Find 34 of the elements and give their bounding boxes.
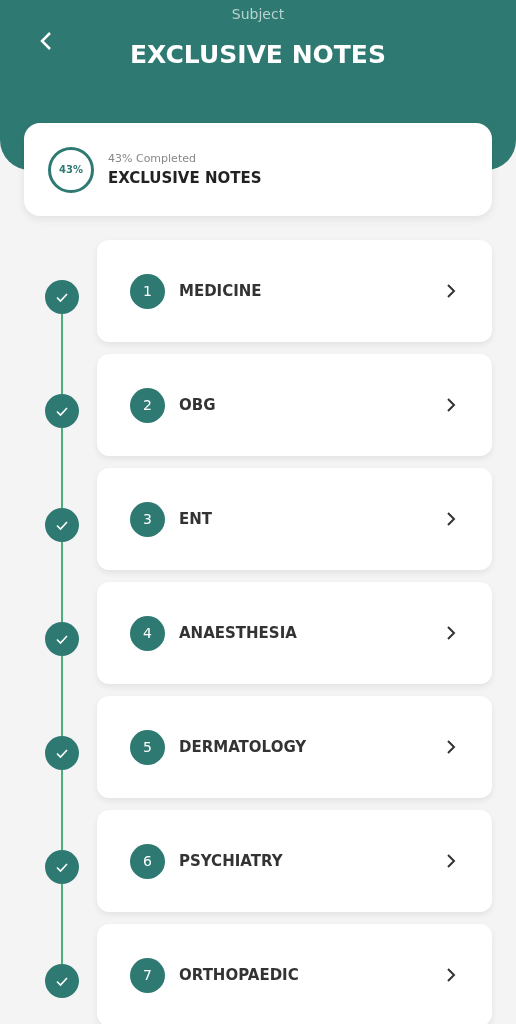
- chevron-right-icon: [446, 967, 456, 983]
- chapter-number: 3: [130, 501, 165, 537]
- back-icon[interactable]: [38, 30, 54, 52]
- chevron-right-icon: [446, 397, 456, 413]
- chapter-number: 7: [130, 957, 165, 993]
- chevron-right-icon: [446, 511, 456, 527]
- chapter-card[interactable]: 7 ORTHOPAEDIC: [97, 924, 492, 1024]
- course-title: EXCLUSIVE NOTES: [108, 169, 262, 187]
- chapter-card[interactable]: 5 DERMATOLOGY: [97, 696, 492, 798]
- chevron-right-icon: [446, 283, 456, 299]
- chapter-name: MEDICINE: [179, 282, 263, 300]
- chapter-number: 2: [130, 387, 165, 423]
- chapter-number: 6: [130, 843, 165, 879]
- chevron-right-icon: [446, 853, 456, 869]
- chapter-number: 4: [130, 615, 165, 651]
- chapter-card[interactable]: 1 MEDICINE: [97, 240, 492, 342]
- chapter-name: OBG: [179, 396, 217, 414]
- chapter-name: ANAESTHESIA: [179, 624, 298, 642]
- chapter-card[interactable]: 6 PSYCHIATRY: [97, 810, 492, 912]
- chapter-card[interactable]: 2 OBG: [97, 354, 492, 456]
- chapter-name: PSYCHIATRY: [179, 852, 284, 870]
- chapter-card[interactable]: 4 ANAESTHESIA: [97, 582, 492, 684]
- chapter-name: ENT: [179, 510, 214, 528]
- chapter-name: ORTHOPAEDIC: [179, 966, 300, 984]
- chapter-number: 5: [130, 729, 165, 765]
- progress-caption: 43% Completed: [108, 152, 196, 165]
- chevron-right-icon: [446, 739, 456, 755]
- chevron-right-icon: [446, 625, 456, 641]
- progress-ring: 43%: [48, 146, 94, 193]
- chapter-name: DERMATOLOGY: [179, 738, 308, 756]
- chapter-number: 1: [130, 273, 165, 309]
- header-subtitle: Subject: [231, 6, 285, 22]
- chapter-card[interactable]: 3 ENT: [97, 468, 492, 570]
- page-title: EXCLUSIVE NOTES: [130, 40, 386, 69]
